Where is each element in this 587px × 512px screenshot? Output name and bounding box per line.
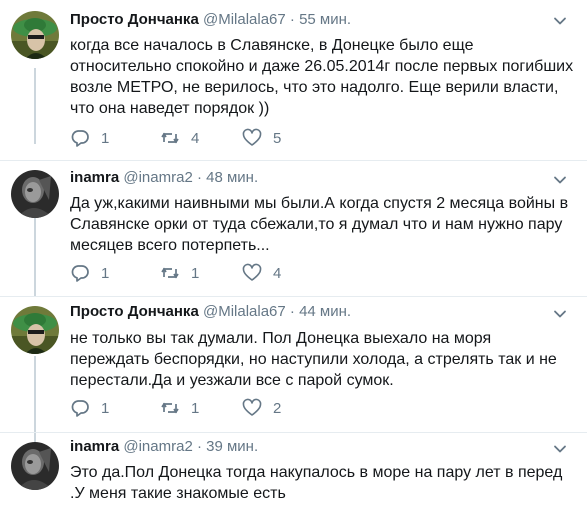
author-handle[interactable]: @inamra2 <box>123 169 192 186</box>
author-handle[interactable]: @inamra2 <box>123 438 192 455</box>
reply-button[interactable]: 1 <box>70 128 109 148</box>
timestamp[interactable]: 44 мин. <box>299 303 351 320</box>
timestamp[interactable]: 39 мин. <box>206 438 258 455</box>
author-name[interactable]: inamra <box>70 438 119 455</box>
reply-button[interactable]: 1 <box>70 398 109 418</box>
reply-icon <box>70 398 90 418</box>
retweet-button[interactable]: 4 <box>160 128 199 148</box>
retweet-button[interactable]: 1 <box>160 398 199 418</box>
tweet-text: не только вы так думали. Пол Донецка вые… <box>70 330 557 389</box>
reply-button[interactable]: 1 <box>70 263 109 283</box>
like-count: 2 <box>273 399 282 417</box>
timestamp[interactable]: 48 мин. <box>206 169 258 186</box>
avatar[interactable] <box>11 306 59 354</box>
author-handle[interactable]: @Milalala67 <box>203 11 286 28</box>
separator-dot: · <box>289 11 295 28</box>
retweet-button[interactable]: 1 <box>160 263 199 283</box>
reply-count: 1 <box>101 399 110 417</box>
reply-count: 1 <box>101 129 110 147</box>
reply-count: 1 <box>101 264 110 282</box>
heart-icon <box>242 128 262 148</box>
retweet-icon <box>160 128 180 148</box>
separator-dot: · <box>196 438 202 455</box>
separator-dot: · <box>196 169 202 186</box>
reply-icon <box>70 263 90 283</box>
tweet-header: Просто Дончанка @Milalala67 · 44 мин. <box>70 303 351 320</box>
retweet-count: 4 <box>191 129 200 147</box>
retweet-count: 1 <box>191 399 200 417</box>
tweet-text: Да уж,какими наивными мы были.А когда сп… <box>70 195 569 254</box>
like-button[interactable]: 4 <box>242 263 281 283</box>
retweet-icon <box>160 398 180 418</box>
like-count: 4 <box>273 264 282 282</box>
chevron-down-icon[interactable] <box>553 14 567 28</box>
like-count: 5 <box>273 129 282 147</box>
avatar[interactable] <box>11 442 59 490</box>
author-name[interactable]: Просто Дончанка <box>70 303 199 320</box>
tweet[interactable]: inamra @inamra2 · 48 мин. Да уж,какими н… <box>0 161 587 296</box>
chevron-down-icon[interactable] <box>553 442 567 456</box>
tweet-text: Это да.Пол Донецка тогда накупалось в мо… <box>70 464 563 502</box>
chevron-down-icon[interactable] <box>553 173 567 187</box>
author-handle[interactable]: @Milalala67 <box>203 303 286 320</box>
avatar[interactable] <box>11 11 59 59</box>
tweet[interactable]: Просто Дончанка @Milalala67 · 55 мин. ко… <box>0 0 587 160</box>
reply-icon <box>70 128 90 148</box>
tweet[interactable]: inamra @inamra2 · 39 мин. Это да.Пол Дон… <box>0 433 587 512</box>
tweet-header: Просто Дончанка @Milalala67 · 55 мин. <box>70 11 351 28</box>
tweet-header: inamra @inamra2 · 39 мин. <box>70 438 258 455</box>
tweet-header: inamra @inamra2 · 48 мин. <box>70 169 258 186</box>
timestamp[interactable]: 55 мин. <box>299 11 351 28</box>
author-name[interactable]: inamra <box>70 169 119 186</box>
retweet-count: 1 <box>191 264 200 282</box>
author-name[interactable]: Просто Дончанка <box>70 11 199 28</box>
chevron-down-icon[interactable] <box>553 307 567 321</box>
heart-icon <box>242 398 262 418</box>
tweet-text: когда все началось в Славянске, в Донецк… <box>70 37 574 117</box>
retweet-icon <box>160 263 180 283</box>
heart-icon <box>242 263 262 283</box>
like-button[interactable]: 5 <box>242 128 281 148</box>
avatar[interactable] <box>11 170 59 218</box>
tweet[interactable]: Просто Дончанка @Milalala67 · 44 мин. не… <box>0 297 587 432</box>
separator-dot: · <box>289 303 295 320</box>
like-button[interactable]: 2 <box>242 398 281 418</box>
